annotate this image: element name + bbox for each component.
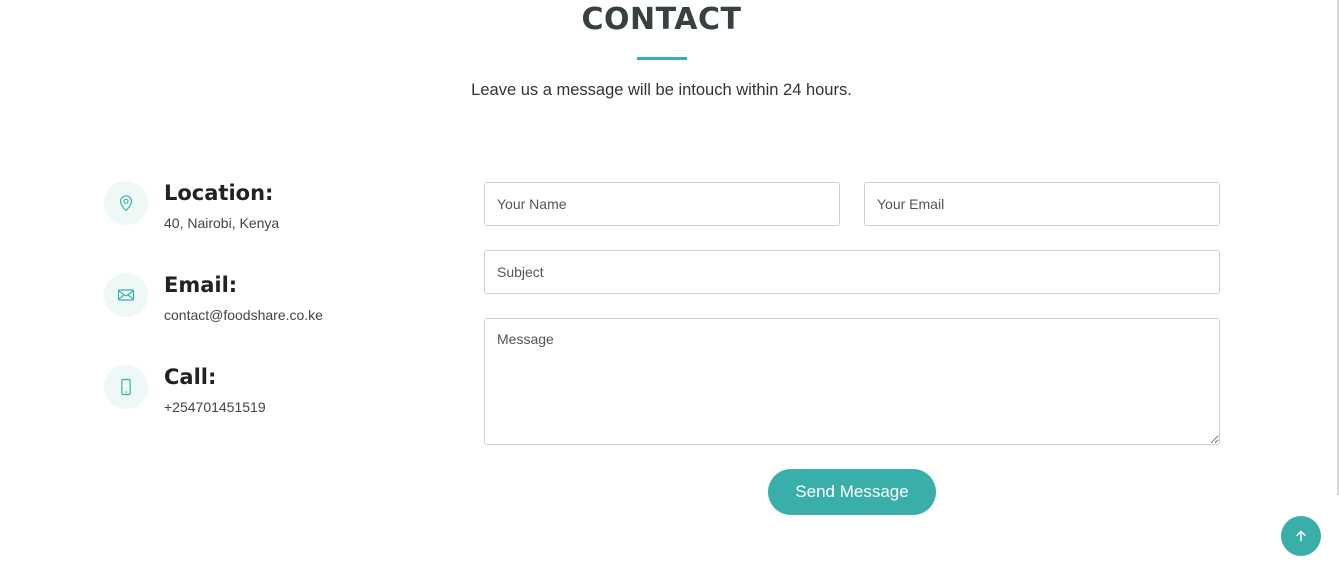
- subject-input[interactable]: [484, 250, 1220, 294]
- map-pin-icon: [104, 181, 148, 225]
- back-to-top-button[interactable]: [1281, 516, 1321, 556]
- section-title: CONTACT: [581, 2, 742, 37]
- info-call-heading: Call:: [164, 365, 217, 389]
- info-email: Email: contact@foodshare.co.ke: [104, 273, 444, 343]
- send-message-button[interactable]: Send Message: [768, 469, 936, 515]
- name-input[interactable]: [484, 182, 840, 226]
- section-subtitle: Leave us a message will be intouch withi…: [471, 81, 852, 99]
- info-location: Location: 40, Nairobi, Kenya: [104, 181, 444, 251]
- contact-page: CONTACT Leave us a message will be intou…: [0, 0, 1339, 567]
- message-textarea[interactable]: [484, 318, 1220, 445]
- info-call: Call: +254701451519: [104, 365, 444, 435]
- info-location-heading: Location:: [164, 181, 274, 205]
- info-email-text[interactable]: contact@foodshare.co.ke: [164, 307, 323, 323]
- email-input[interactable]: [864, 182, 1220, 226]
- title-underline: [637, 57, 687, 60]
- phone-icon: [104, 365, 148, 409]
- info-call-text[interactable]: +254701451519: [164, 399, 266, 415]
- info-email-heading: Email:: [164, 273, 238, 297]
- envelope-icon: [104, 273, 148, 317]
- arrow-up-icon: [1296, 530, 1306, 542]
- info-location-text: 40, Nairobi, Kenya: [164, 215, 280, 231]
